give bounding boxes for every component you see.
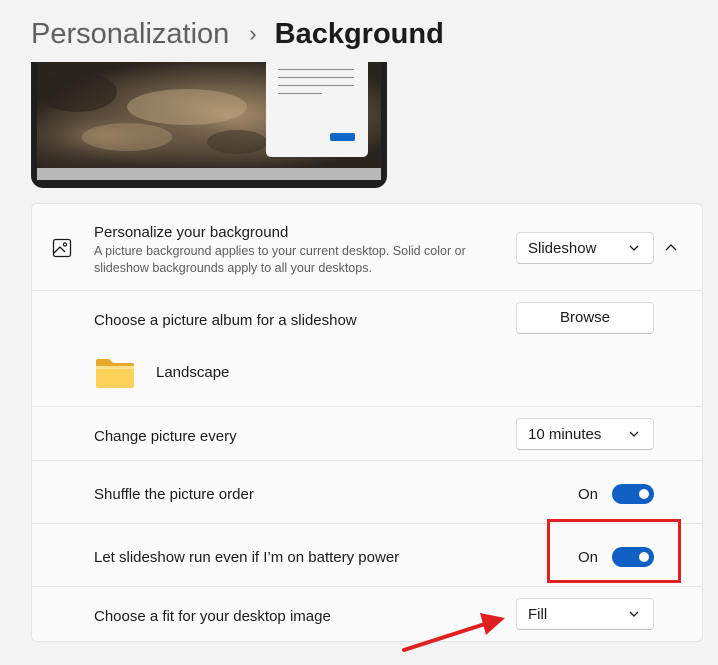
album-folder-name[interactable]: Landscape (156, 364, 229, 381)
picture-album-row: Choose a picture album for a slideshow B… (32, 290, 702, 407)
shuffle-label: Shuffle the picture order (94, 486, 254, 503)
interval-value: 10 minutes (528, 426, 602, 443)
interval-dropdown[interactable]: 10 minutes (516, 418, 654, 450)
chevron-up-icon[interactable] (664, 240, 678, 254)
personalize-background-row: Personalize your background A picture ba… (32, 204, 702, 290)
preview-button (330, 133, 355, 141)
preview-taskbar (37, 168, 381, 180)
shuffle-state: On (578, 486, 599, 503)
fit-dropdown[interactable]: Fill (516, 598, 654, 630)
annotation-arrow-icon (402, 613, 505, 652)
change-picture-row: Change picture every 10 minutes (32, 406, 702, 461)
page-title: Background (274, 17, 444, 50)
personalize-description: A picture background applies to your cur… (94, 244, 466, 275)
background-type-dropdown[interactable]: Slideshow (516, 232, 654, 264)
desktop-preview (31, 62, 387, 188)
image-icon (52, 238, 72, 258)
shuffle-toggle[interactable] (612, 484, 654, 504)
fit-value: Fill (528, 606, 548, 623)
chevron-down-icon (629, 431, 639, 437)
picture-album-label: Choose a picture album for a slideshow (94, 312, 357, 329)
chevron-down-icon (629, 611, 639, 617)
change-picture-label: Change picture every (94, 428, 237, 445)
background-type-value: Slideshow (528, 240, 597, 257)
fit-row: Choose a fit for your desktop image Fill (32, 586, 702, 641)
browse-button[interactable]: Browse (516, 302, 654, 334)
breadcrumb: Personalization › Background (31, 14, 444, 54)
personalize-title: Personalize your background (94, 224, 289, 241)
shuffle-row: Shuffle the picture order On (32, 460, 702, 524)
folder-icon (96, 359, 134, 388)
preview-window (266, 62, 368, 157)
fit-label: Choose a fit for your desktop image (94, 608, 331, 625)
annotation-highlight-box (547, 519, 681, 583)
breadcrumb-separator: › (249, 21, 257, 46)
breadcrumb-personalization[interactable]: Personalization (31, 18, 229, 51)
chevron-down-icon (629, 245, 639, 251)
battery-label: Let slideshow run even if I’m on battery… (94, 549, 400, 566)
